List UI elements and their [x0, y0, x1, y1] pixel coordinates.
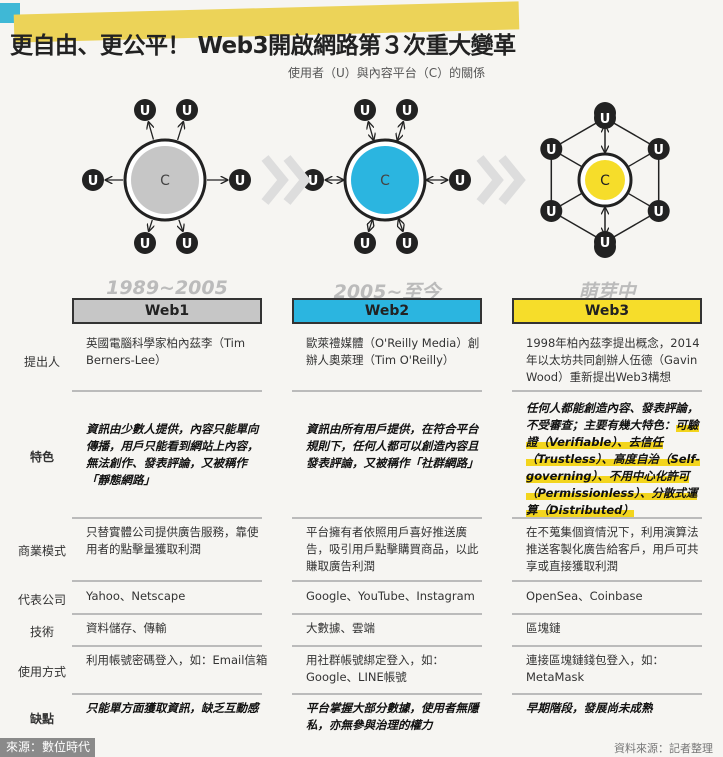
row-divider	[292, 390, 482, 392]
column-header-web1: Web1	[72, 298, 262, 324]
row-divider	[512, 517, 702, 519]
table-cell: 用社群帳號綁定登入，如：Google、LINE帳號	[306, 653, 444, 684]
web3-features-highlight: 可驗證（Verifiable）、去信任（Trustless）、高度自治（Self…	[526, 418, 701, 517]
row-divider	[72, 580, 262, 582]
table-cell: Yahoo、Netscape	[86, 589, 186, 603]
row-label: 商業模式	[17, 544, 66, 558]
row-divider	[512, 613, 702, 615]
table-cell: 任何人都能創造內容、發表評論，不受審查；主要有幾大特色：可驗證（Verifiab…	[526, 401, 701, 517]
user-node-label: U	[402, 237, 413, 252]
table-cell: Google、YouTube、Instagram	[306, 589, 475, 603]
table-cell: 平台擁有者依照用戶喜好推送廣告，吸引用戶點擊購買商品，以此賺取廣告利潤	[306, 525, 479, 573]
row-label: 特色	[29, 449, 54, 464]
table-cell: 連接區塊鏈錢包登入，如：MetaMask	[526, 653, 664, 684]
arrow	[149, 122, 154, 140]
table-cell: 資訊由少數人提供，內容只能單向傳播，用戶只能看到網站上內容，無法創作、發表評論，…	[86, 422, 259, 487]
row-divider	[292, 580, 482, 582]
chevron-arrow-icon	[283, 155, 311, 205]
row-divider	[512, 580, 702, 582]
user-node-label: U	[546, 205, 557, 220]
content-platform-label: C	[600, 173, 610, 189]
row-label: 代表公司	[17, 592, 66, 607]
table-cell: 英國電腦科學家柏內茲李（Tim Berners-Lee）	[86, 336, 246, 367]
row-label: 技術	[29, 624, 54, 639]
relationship-diagrams: CUUUUUUCUUUUUUUUCUUUUUU	[82, 99, 670, 258]
arrow	[176, 122, 184, 141]
arrow	[399, 220, 403, 231]
table-cell: 歐萊禮媒體（O'Reilly Media）創辦人奧萊理（Tim O'Reilly…	[306, 336, 480, 367]
era-label: 1989~2005	[106, 277, 228, 299]
table-cell: 早期階段，發展尚未成熟	[526, 701, 653, 715]
table-cell: 資訊由所有用戶提供，在符合平台規則下，任何人都可以創造內容且發表評論，又被稱作「…	[306, 422, 479, 470]
row-divider	[512, 390, 702, 392]
column-header-web2: Web2	[292, 298, 482, 324]
user-node-label: U	[140, 237, 151, 252]
content-platform-label: C	[380, 173, 390, 189]
user-node-label: U	[455, 174, 466, 189]
user-node-label: U	[600, 236, 611, 251]
user-node-label: U	[88, 174, 99, 189]
row-divider	[72, 517, 262, 519]
user-node-label: U	[600, 112, 611, 127]
chevron-arrow-icon	[476, 155, 504, 205]
user-node-label: U	[402, 104, 413, 119]
column-header-web3: Web3	[512, 298, 702, 324]
table-cell: 只能單方面獲取資訊，缺乏互動感	[86, 701, 259, 715]
diagram-subtitle: 使用者（U）與內容平台（C）的關係	[288, 66, 486, 80]
user-node-label: U	[140, 104, 151, 119]
row-divider	[292, 517, 482, 519]
row-divider	[72, 693, 262, 695]
row-label: 缺點	[29, 712, 54, 726]
user-node-label: U	[235, 174, 246, 189]
user-node-label: U	[360, 104, 371, 119]
arrow	[149, 219, 152, 231]
row-divider	[292, 693, 482, 695]
row-divider	[72, 645, 262, 647]
table-cell: 1998年柏內茲李提出概念，2014年以太坊共同創辦人伍德（Gavin Wood…	[526, 336, 700, 384]
content-platform-label: C	[160, 173, 170, 189]
row-divider	[512, 693, 702, 695]
user-node-label: U	[546, 143, 557, 158]
table-cell: 區塊鏈	[526, 621, 561, 635]
table-cell: OpenSea、Coinbase	[526, 589, 643, 603]
table-cell: 大數據、雲端	[306, 621, 375, 635]
row-divider	[72, 613, 262, 615]
user-node-label: U	[653, 205, 664, 220]
user-node-label: U	[182, 104, 193, 119]
page-title: 更自由、更公平！ Web3開啟網路第３次重大變革	[10, 33, 516, 59]
row-label: 使用方式	[17, 664, 66, 679]
chevron-arrow-icon	[498, 155, 526, 205]
data-source: 資料來源：記者整理	[614, 742, 713, 755]
user-node-label: U	[360, 237, 371, 252]
chevron-arrow-icon	[261, 155, 289, 205]
row-divider	[72, 390, 262, 392]
arrow	[369, 220, 372, 231]
user-node-label: U	[182, 237, 193, 252]
row-divider	[292, 613, 482, 615]
table-cell: 資料儲存、傳輸	[86, 621, 167, 635]
user-node-label: U	[653, 143, 664, 158]
row-divider	[512, 645, 702, 647]
table-cell: 平台掌握大部分數據，使用者無隱私，亦無參與治理的權力	[306, 701, 479, 732]
row-divider	[292, 645, 482, 647]
arrow	[398, 122, 404, 140]
table-cell: 利用帳號密碼登入，如：Email信箱	[86, 653, 268, 667]
arrow	[179, 219, 183, 231]
table-cell: 只替實體公司提供廣告服務，靠使用者的點擊量獲取利潤	[86, 525, 259, 556]
arrow	[369, 122, 374, 139]
table-cell: 在不蒐集個資情況下，利用演算法推送客製化廣告給客戶，用戶可共享或直接獲取利潤	[526, 525, 699, 573]
source-badge: 來源：數位時代	[0, 738, 95, 757]
row-label: 提出人	[23, 354, 60, 369]
